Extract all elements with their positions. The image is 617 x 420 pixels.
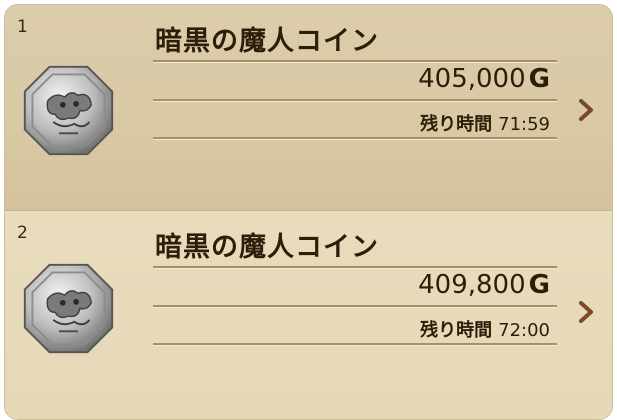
price-value: 405,000 xyxy=(418,64,526,94)
item-name: 暗黒の魔人コイン xyxy=(155,232,379,263)
item-name: 暗黒の魔人コイン xyxy=(155,26,379,57)
price-value: 409,800 xyxy=(418,270,526,300)
time-value: 72:00 xyxy=(498,320,550,341)
divider xyxy=(153,60,557,63)
time-remaining: 残り時間 72:00 xyxy=(420,316,550,342)
divider xyxy=(153,137,557,140)
time-label: 残り時間 xyxy=(420,320,493,341)
time-label: 残り時間 xyxy=(420,114,493,135)
divider xyxy=(153,99,557,102)
divider xyxy=(153,305,557,308)
demon-coin-icon xyxy=(23,65,114,156)
item-price: 405,000 G xyxy=(418,64,550,94)
demon-coin-icon xyxy=(23,263,114,354)
rank-number: 2 xyxy=(17,223,28,243)
divider xyxy=(153,266,557,269)
divider xyxy=(153,343,557,346)
listing-row[interactable]: 2 暗黒の魔人コイン 409,800 G 残り時間 72:00 xyxy=(5,211,612,419)
listing-row[interactable]: 1 暗黒の魔人コイン 405,000 G 残り時間 71:59 xyxy=(5,5,612,211)
rank-number: 1 xyxy=(17,17,28,37)
time-remaining: 残り時間 71:59 xyxy=(420,110,550,136)
listing-panel: 1 暗黒の魔人コイン 405,000 G 残り時間 71:59 2 暗黒の魔人コ… xyxy=(4,4,613,420)
currency-unit: G xyxy=(528,270,550,300)
currency-unit: G xyxy=(528,64,550,94)
chevron-right-icon[interactable] xyxy=(575,97,597,123)
item-price: 409,800 G xyxy=(418,270,550,300)
time-value: 71:59 xyxy=(498,114,550,135)
chevron-right-icon[interactable] xyxy=(575,299,597,325)
